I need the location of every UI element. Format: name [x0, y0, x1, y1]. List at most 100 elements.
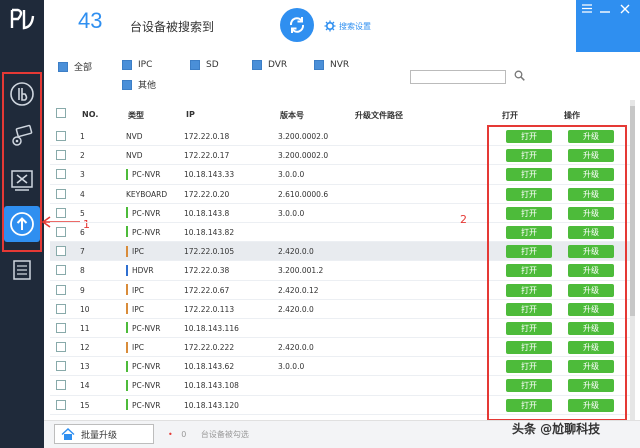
filter-other-checkbox[interactable]: [122, 79, 132, 90]
row-checkbox[interactable]: [56, 342, 66, 353]
header: 43 台设备被搜索到 搜索设置: [44, 0, 576, 52]
row-type: PC-NVR: [126, 322, 160, 334]
row-checkbox[interactable]: [56, 246, 66, 257]
row-type: KEYBOARD: [126, 190, 167, 199]
row-type-label: PC-NVR: [132, 381, 161, 391]
batch-upgrade-button[interactable]: 批量升级: [54, 424, 154, 444]
row-checkbox[interactable]: [56, 226, 66, 237]
row-type: PC-NVR: [126, 207, 160, 219]
row-checkbox[interactable]: [56, 188, 66, 199]
filter-bar: 全部 IPC SD DVR NVR 其他: [44, 52, 640, 94]
close-button[interactable]: [620, 4, 630, 17]
filter-ipc[interactable]: IPC: [122, 60, 152, 70]
logo-icon: [10, 8, 35, 30]
search-input[interactable]: [410, 70, 506, 84]
row-checkbox[interactable]: [56, 265, 66, 276]
row-version: 3.200.0002.0: [278, 132, 329, 141]
row-no: 5: [80, 208, 85, 218]
search-icon: [514, 70, 525, 81]
row-type: IPC: [126, 303, 144, 315]
refresh-button[interactable]: [280, 8, 314, 42]
filter-dvr-checkbox[interactable]: [252, 60, 262, 70]
filter-nvr[interactable]: NVR: [314, 60, 349, 70]
row-checkbox[interactable]: [56, 150, 66, 161]
type-color-bar: [126, 264, 128, 276]
filter-nvr-checkbox[interactable]: [314, 60, 324, 70]
minimize-button[interactable]: [600, 4, 610, 16]
row-checkbox[interactable]: [56, 322, 66, 333]
row-ip: 172.22.0.222: [184, 343, 235, 353]
col-no: NO.: [82, 110, 99, 119]
annotation-box-buttons: [487, 125, 627, 421]
row-ip: 172.22.0.113: [184, 304, 235, 314]
row-type: NVD: [126, 132, 143, 141]
type-color-bar: [126, 360, 128, 372]
sidebar-log[interactable]: [4, 252, 40, 288]
row-checkbox[interactable]: [56, 399, 66, 410]
filter-other[interactable]: 其他: [122, 78, 156, 91]
row-no: 15: [80, 400, 90, 410]
filter-sd-label: SD: [206, 60, 219, 70]
row-version: 2.420.0.0: [278, 343, 314, 353]
row-version: 3.0.0.0: [278, 362, 305, 372]
type-color-bar: [126, 226, 128, 238]
row-type: NVD: [126, 151, 143, 160]
row-checkbox[interactable]: [56, 303, 66, 314]
selected-status: • 0 台设备被勾选: [168, 429, 249, 440]
row-ip: 172.22.0.20: [184, 189, 230, 199]
col-operate: 操作: [564, 111, 580, 120]
row-version: 3.200.0002.0: [278, 151, 329, 161]
app-logo: [10, 8, 36, 32]
filter-dvr[interactable]: DVR: [252, 60, 287, 70]
row-ip: 172.22.0.67: [184, 285, 230, 295]
select-all-checkbox[interactable]: [56, 108, 66, 118]
batch-upgrade-label: 批量升级: [81, 430, 118, 441]
row-checkbox[interactable]: [56, 380, 66, 391]
row-type-label: IPC: [132, 247, 144, 257]
selected-label: 台设备被勾选: [200, 430, 249, 439]
row-checkbox[interactable]: [56, 169, 66, 180]
search-settings-link[interactable]: 搜索设置: [324, 20, 371, 32]
type-color-bar: [126, 399, 128, 411]
row-no: 1: [80, 132, 85, 141]
row-ip: 10.18.143.33: [184, 170, 235, 180]
device-count: 43: [78, 8, 103, 33]
col-type: 类型: [128, 111, 144, 120]
watermark: 头条 @尬聊科技: [512, 422, 601, 436]
row-checkbox[interactable]: [56, 131, 66, 141]
filter-sd-checkbox[interactable]: [190, 60, 200, 70]
row-ip: 172.22.0.18: [184, 132, 230, 141]
filter-all[interactable]: 全部: [58, 60, 92, 73]
row-ip: 10.18.143.8: [184, 208, 230, 218]
col-open: 打开: [502, 111, 518, 120]
row-type-label: IPC: [132, 285, 144, 295]
row-checkbox[interactable]: [56, 284, 66, 295]
row-type: IPC: [126, 245, 144, 257]
filter-sd[interactable]: SD: [190, 60, 219, 70]
filter-nvr-label: NVR: [330, 60, 350, 70]
type-color-bar: [126, 379, 128, 391]
filter-all-label: 全部: [74, 63, 93, 73]
filter-ipc-checkbox[interactable]: [122, 60, 132, 70]
row-type-label: IPC: [132, 343, 144, 353]
row-ip: 10.18.143.116: [184, 323, 239, 333]
row-version: 2.420.0.12: [278, 285, 319, 295]
scroll-thumb[interactable]: [630, 106, 635, 316]
row-no: 10: [80, 304, 90, 314]
filter-all-checkbox[interactable]: [58, 61, 68, 72]
row-no: 2: [80, 151, 85, 161]
row-version: 3.200.001.2: [278, 266, 324, 276]
row-no: 9: [80, 285, 85, 295]
row-no: 14: [80, 381, 90, 391]
menu-icon: [582, 4, 592, 13]
row-type: PC-NVR: [126, 399, 160, 411]
row-version: 2.420.0.0: [278, 247, 314, 257]
row-type-label: PC-NVR: [132, 227, 161, 237]
table-scrollbar[interactable]: [630, 100, 635, 420]
filter-dvr-label: DVR: [268, 60, 288, 70]
row-checkbox[interactable]: [56, 361, 66, 372]
menu-button[interactable]: [582, 4, 592, 16]
row-checkbox[interactable]: [56, 207, 66, 218]
search-button[interactable]: [514, 70, 525, 84]
row-ip: 10.18.143.62: [184, 362, 235, 372]
